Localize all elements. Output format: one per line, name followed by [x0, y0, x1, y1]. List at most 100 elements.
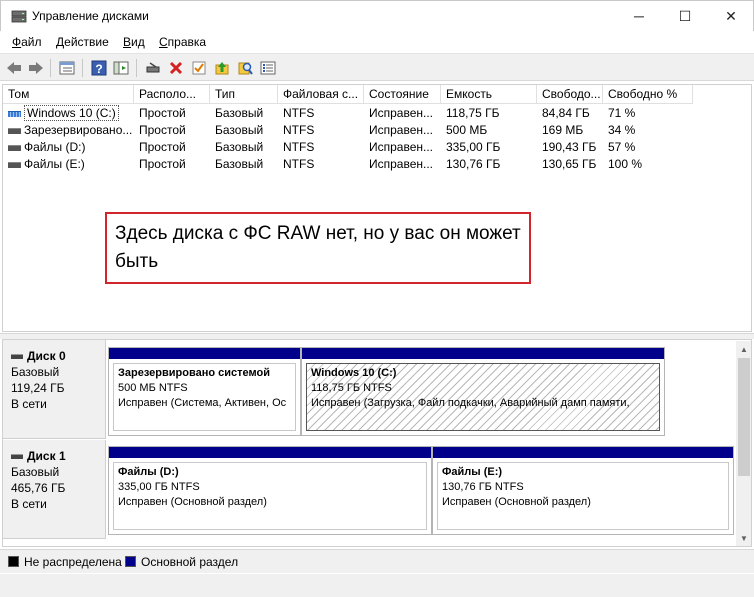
volume-icon: [8, 110, 21, 117]
menu-action-accel: Д: [56, 35, 65, 49]
volume-name: Файлы (E:): [24, 157, 85, 171]
disk-0-label[interactable]: Диск 0 Базовый 119,24 ГБ В сети: [3, 340, 106, 439]
delete-icon: [169, 61, 183, 75]
up-folder-icon: [215, 62, 229, 75]
disk-size: 465,76 ГБ: [11, 481, 66, 495]
cell-layout: Простой: [139, 106, 186, 120]
cell-free-percent: 57 %: [608, 140, 636, 154]
console-tree-button[interactable]: [111, 58, 131, 78]
partition-body: Файлы (E:) 130,76 ГБ NTFS Исправен (Осно…: [437, 462, 729, 530]
column-header-type[interactable]: Тип: [210, 85, 278, 104]
partition-reserved[interactable]: Зарезервировано системой 500 МБ NTFS Исп…: [108, 347, 301, 436]
partition-size: 335,00 ГБ NTFS: [118, 481, 200, 493]
partition-windows-c[interactable]: Windows 10 (C:) 118,75 ГБ NTFS Исправен …: [301, 347, 665, 436]
disk-type: Базовый: [11, 365, 60, 379]
disk-status: В сети: [11, 497, 47, 511]
cell-volume: Файлы (E:): [3, 156, 134, 173]
partition-bar: [109, 348, 300, 359]
partition-size: 118,75 ГБ NTFS: [311, 382, 392, 394]
disk-type: Базовый: [11, 465, 60, 479]
menu-action-label: ействие: [64, 35, 109, 49]
menu-view[interactable]: Вид: [123, 35, 145, 49]
cell-capacity: 118,75 ГБ: [446, 106, 500, 120]
properties-icon: [260, 61, 276, 75]
partition-bar: [433, 447, 733, 458]
column-header-filesystem[interactable]: Файловая с...: [278, 85, 364, 104]
menu-action[interactable]: Действие: [56, 35, 109, 49]
table-row[interactable]: Файлы (E:) Простой Базовый NTFS Исправен…: [3, 156, 751, 173]
delete-button[interactable]: [166, 58, 186, 78]
disk-pane-scrollbar[interactable]: ▲ ▼: [736, 341, 751, 546]
window-title: Управление дисками: [32, 9, 149, 23]
cell-layout: Простой: [139, 157, 186, 171]
partition-name: Зарезервировано системой: [118, 367, 270, 379]
partition-name: Файлы (E:): [442, 466, 503, 478]
menu-help[interactable]: Справка: [159, 35, 206, 49]
forward-button[interactable]: [26, 58, 46, 78]
disk-status: В сети: [11, 397, 47, 411]
cell-free: 84,84 ГБ: [542, 106, 590, 120]
up-button[interactable]: [212, 58, 232, 78]
annotation-callout: Здесь диска с ФС RAW нет, но у вас он мо…: [105, 212, 531, 284]
connect-button[interactable]: [143, 58, 163, 78]
partition-bar: [302, 348, 664, 359]
column-header-volume[interactable]: Том: [3, 85, 134, 104]
properties-button[interactable]: [258, 58, 278, 78]
cell-status: Исправен...: [369, 106, 434, 120]
search-icon: [238, 62, 253, 75]
partition-files-e[interactable]: Файлы (E:) 130,76 ГБ NTFS Исправен (Осно…: [432, 446, 734, 535]
column-header-free-percent[interactable]: Свободно %: [603, 85, 693, 104]
partition-body: Зарезервировано системой 500 МБ NTFS Исп…: [113, 363, 296, 431]
menu-view-label: ид: [131, 35, 145, 49]
title-bar: Управление дисками ─ ☐ ✕: [0, 0, 754, 31]
menu-file[interactable]: Файл: [12, 35, 42, 49]
minimize-button[interactable]: ─: [616, 1, 662, 31]
volume-icon: [8, 144, 21, 151]
partition-files-d[interactable]: Файлы (D:) 335,00 ГБ NTFS Исправен (Осно…: [108, 446, 432, 535]
column-header-layout[interactable]: Располо...: [134, 85, 210, 104]
back-button[interactable]: [4, 58, 24, 78]
disk-icon: [11, 454, 23, 460]
scroll-thumb[interactable]: [738, 358, 750, 476]
disk-name: Диск 1: [27, 449, 66, 463]
table-row[interactable]: Зарезервировано... Простой Базовый NTFS …: [3, 122, 751, 139]
legend-swatch-primary: [125, 556, 136, 567]
cell-free-percent: 100 %: [608, 157, 643, 171]
menu-help-label: правка: [167, 35, 207, 49]
partition-status: Исправен (Система, Активен, Ос: [118, 397, 287, 409]
show-hide-tree-button[interactable]: [57, 58, 77, 78]
check-icon: [192, 61, 206, 75]
partition-size: 130,76 ГБ NTFS: [442, 481, 524, 493]
column-header-status[interactable]: Состояние: [364, 85, 441, 104]
forward-arrow-icon: [29, 62, 43, 74]
table-row[interactable]: Windows 10 (C:) Простой Базовый NTFS Исп…: [3, 105, 751, 122]
cell-type: Базовый: [215, 140, 264, 154]
minimize-icon: ─: [634, 8, 644, 24]
scroll-down-icon[interactable]: ▼: [736, 530, 751, 546]
column-header-capacity[interactable]: Емкость: [441, 85, 537, 104]
table-row[interactable]: Файлы (D:) Простой Базовый NTFS Исправен…: [3, 139, 751, 156]
cell-free: 169 МБ: [542, 123, 584, 137]
back-arrow-icon: [7, 62, 21, 74]
close-icon: ✕: [725, 7, 737, 24]
menu-file-label: айл: [21, 35, 42, 49]
partition-status: Исправен (Загрузка, Файл подкачки, Авари…: [311, 397, 630, 409]
properties-check-button[interactable]: [189, 58, 209, 78]
search-button[interactable]: [235, 58, 255, 78]
toolbar-separator: [136, 59, 137, 77]
partition-name: Файлы (D:): [118, 466, 179, 478]
scroll-up-icon[interactable]: ▲: [736, 341, 751, 357]
disk-name: Диск 0: [27, 349, 66, 363]
disk-1-label[interactable]: Диск 1 Базовый 465,76 ГБ В сети: [3, 440, 106, 539]
menu-bar: Файл Действие Вид Справка: [0, 31, 754, 52]
legend-label-unallocated: Не распределена: [24, 555, 122, 569]
disk-management-icon: [11, 10, 27, 23]
cell-status: Исправен...: [369, 140, 434, 154]
column-header-free[interactable]: Свободо...: [537, 85, 603, 104]
properties-list-icon: [59, 61, 75, 75]
toolbar: ?: [0, 53, 754, 81]
close-button[interactable]: ✕: [708, 1, 754, 31]
maximize-button[interactable]: ☐: [662, 1, 708, 31]
menu-help-accel: С: [159, 35, 168, 49]
help-button[interactable]: ?: [89, 58, 109, 78]
